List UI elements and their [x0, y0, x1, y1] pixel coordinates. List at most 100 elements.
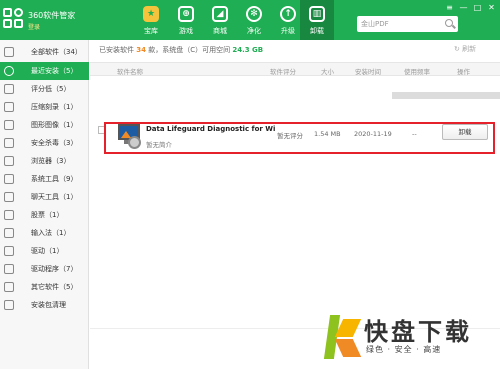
placeholder-bar — [392, 92, 500, 99]
refresh-label: 刷新 — [462, 45, 477, 53]
watermark-title: 快盘下载 — [364, 318, 472, 346]
star-icon: ★ — [143, 6, 159, 22]
star-outline-icon — [4, 210, 14, 220]
sidebar-item-label: 聊天工具（1） — [31, 193, 78, 201]
clock-icon — [4, 66, 14, 76]
app-icon — [116, 122, 144, 150]
uninstall-button[interactable]: 卸载 — [442, 124, 488, 140]
column-header-name: 软件名称 — [117, 68, 143, 76]
watermark-subtitle: 绿色 · 安全 · 高速 — [366, 345, 442, 354]
sidebar-item-compress[interactable]: 压缩刻录（1） — [0, 98, 89, 116]
sidebar-item-label: 最近安装（5） — [31, 67, 78, 75]
gamepad-icon: ⊕ — [178, 6, 194, 22]
app-title: 360软件管家 — [28, 11, 76, 20]
sidebar-item-low-rating[interactable]: 评分低（5） — [0, 80, 89, 98]
keyboard-icon — [4, 228, 14, 238]
browser-icon — [4, 156, 14, 166]
rating-icon — [4, 84, 14, 94]
sidebar-item-label: 驱动程序（7） — [31, 265, 78, 273]
close-button[interactable]: ✕ — [486, 2, 497, 13]
column-header-frequency: 使用频率 — [404, 68, 430, 76]
upgrade-icon: ↑ — [280, 6, 296, 22]
software-description: 暂无简介 — [146, 141, 172, 149]
menu-button[interactable]: ≡ — [444, 2, 455, 13]
star-outline-icon — [4, 282, 14, 292]
tools-icon — [4, 174, 14, 184]
install-summary: 已安装软件 34 款，系统盘（C）可用空间 24.3 GB — [99, 45, 263, 55]
software-rating: 暂无评分 — [277, 132, 303, 140]
nav-shop[interactable]: ◢ 商城 — [203, 0, 237, 40]
column-header-rating: 软件评分 — [270, 68, 296, 76]
purify-icon: ✻ — [246, 6, 262, 22]
chat-icon — [4, 192, 14, 202]
sidebar-item-label: 系统工具（9） — [31, 175, 78, 183]
shop-icon: ◢ — [212, 6, 228, 22]
nav-games[interactable]: ⊕ 游戏 — [169, 0, 203, 40]
refresh-button[interactable]: ↻ 刷新 — [454, 44, 476, 54]
installed-count: 34 — [136, 46, 146, 54]
software-size: 1.54 MB — [314, 130, 341, 138]
search-box[interactable] — [357, 16, 458, 32]
sidebar-item-label: 输入法（1） — [31, 229, 71, 237]
install-date: 2020-11-19 — [354, 130, 392, 138]
sidebar-item-label: 评分低（5） — [31, 85, 71, 93]
sidebar-item-label: 压缩刻录（1） — [31, 103, 78, 111]
gear-icon — [4, 264, 14, 274]
sidebar-item-system[interactable]: 系统工具（9） — [0, 170, 89, 188]
sidebar-item-driver-programs[interactable]: 驱动程序（7） — [0, 260, 89, 278]
column-header-install-time: 安装时间 — [355, 68, 381, 76]
search-icon[interactable] — [445, 19, 453, 27]
sidebar-item-graphics[interactable]: 图形图像（1） — [0, 116, 89, 134]
usage-frequency: -- — [412, 130, 417, 138]
top-bar: 360软件管家 登录 ★ 宝库 ⊕ 游戏 ◢ 商城 ✻ 净化 ↑ 升级 ▥ 卸载… — [0, 0, 500, 40]
compress-icon — [4, 102, 14, 112]
sidebar-item-cleanup[interactable]: 安装包清理 — [0, 296, 89, 314]
driver-icon — [4, 246, 14, 256]
nav-label: 游戏 — [179, 27, 193, 35]
minimize-button[interactable]: — — [458, 2, 469, 13]
nav-uninstall[interactable]: ▥ 卸载 — [300, 0, 334, 40]
sidebar-item-recent[interactable]: 最近安装（5） — [0, 62, 89, 80]
grid-icon — [4, 47, 14, 57]
nav-label: 宝库 — [144, 27, 158, 35]
image-icon — [4, 120, 14, 130]
nav-label: 商城 — [213, 27, 227, 35]
free-space: 24.3 GB — [232, 46, 264, 54]
sidebar-item-drivers[interactable]: 驱动（1） — [0, 242, 89, 260]
sidebar-item-label: 全部软件（34） — [31, 48, 82, 56]
maximize-button[interactable]: □ — [472, 2, 483, 13]
nav-treasure[interactable]: ★ 宝库 — [134, 0, 168, 40]
software-name: Data Lifeguard Diagnostic for Wi — [146, 125, 276, 133]
summary-middle: 款，系统盘（C）可用空间 — [148, 46, 231, 54]
summary-prefix: 已安装软件 — [99, 46, 134, 54]
sidebar-item-input-method[interactable]: 输入法（1） — [0, 224, 89, 242]
category-sidebar: 全部软件（34） 最近安装（5） 评分低（5） 压缩刻录（1） 图形图像（1） … — [0, 40, 89, 369]
trash-icon: ▥ — [309, 6, 325, 22]
sidebar-item-label: 其它软件（5） — [31, 283, 78, 291]
refresh-icon: ↻ — [454, 45, 463, 53]
shield-icon — [4, 138, 14, 148]
sidebar-item-label: 驱动（1） — [31, 247, 64, 255]
sidebar-item-label: 浏览器（3） — [31, 157, 71, 165]
app-logo-icon — [3, 8, 25, 30]
login-link[interactable]: 登录 — [28, 22, 40, 31]
nav-purify[interactable]: ✻ 净化 — [237, 0, 271, 40]
sidebar-item-label: 安全杀毒（3） — [31, 139, 78, 147]
search-input[interactable] — [361, 18, 441, 30]
sidebar-item-label: 股票（1） — [31, 211, 64, 219]
sidebar-item-browser[interactable]: 浏览器（3） — [0, 152, 89, 170]
sidebar-item-stocks[interactable]: 股票（1） — [0, 206, 89, 224]
nav-label: 卸载 — [310, 27, 324, 35]
watermark-logo — [323, 315, 362, 359]
sidebar-item-label: 图形图像（1） — [31, 121, 78, 129]
sidebar-item-label: 安装包清理 — [31, 301, 66, 309]
table-header: 软件名称 软件评分 大小 安装时间 使用频率 操作 — [90, 62, 500, 76]
nav-label: 净化 — [247, 27, 261, 35]
sidebar-item-others[interactable]: 其它软件（5） — [0, 278, 89, 296]
cleanup-icon — [4, 300, 14, 310]
sidebar-item-chat[interactable]: 聊天工具（1） — [0, 188, 89, 206]
column-header-size: 大小 — [321, 68, 334, 76]
column-header-action: 操作 — [457, 68, 470, 76]
sidebar-item-security[interactable]: 安全杀毒（3） — [0, 134, 89, 152]
sidebar-item-all[interactable]: 全部软件（34） — [0, 43, 89, 61]
